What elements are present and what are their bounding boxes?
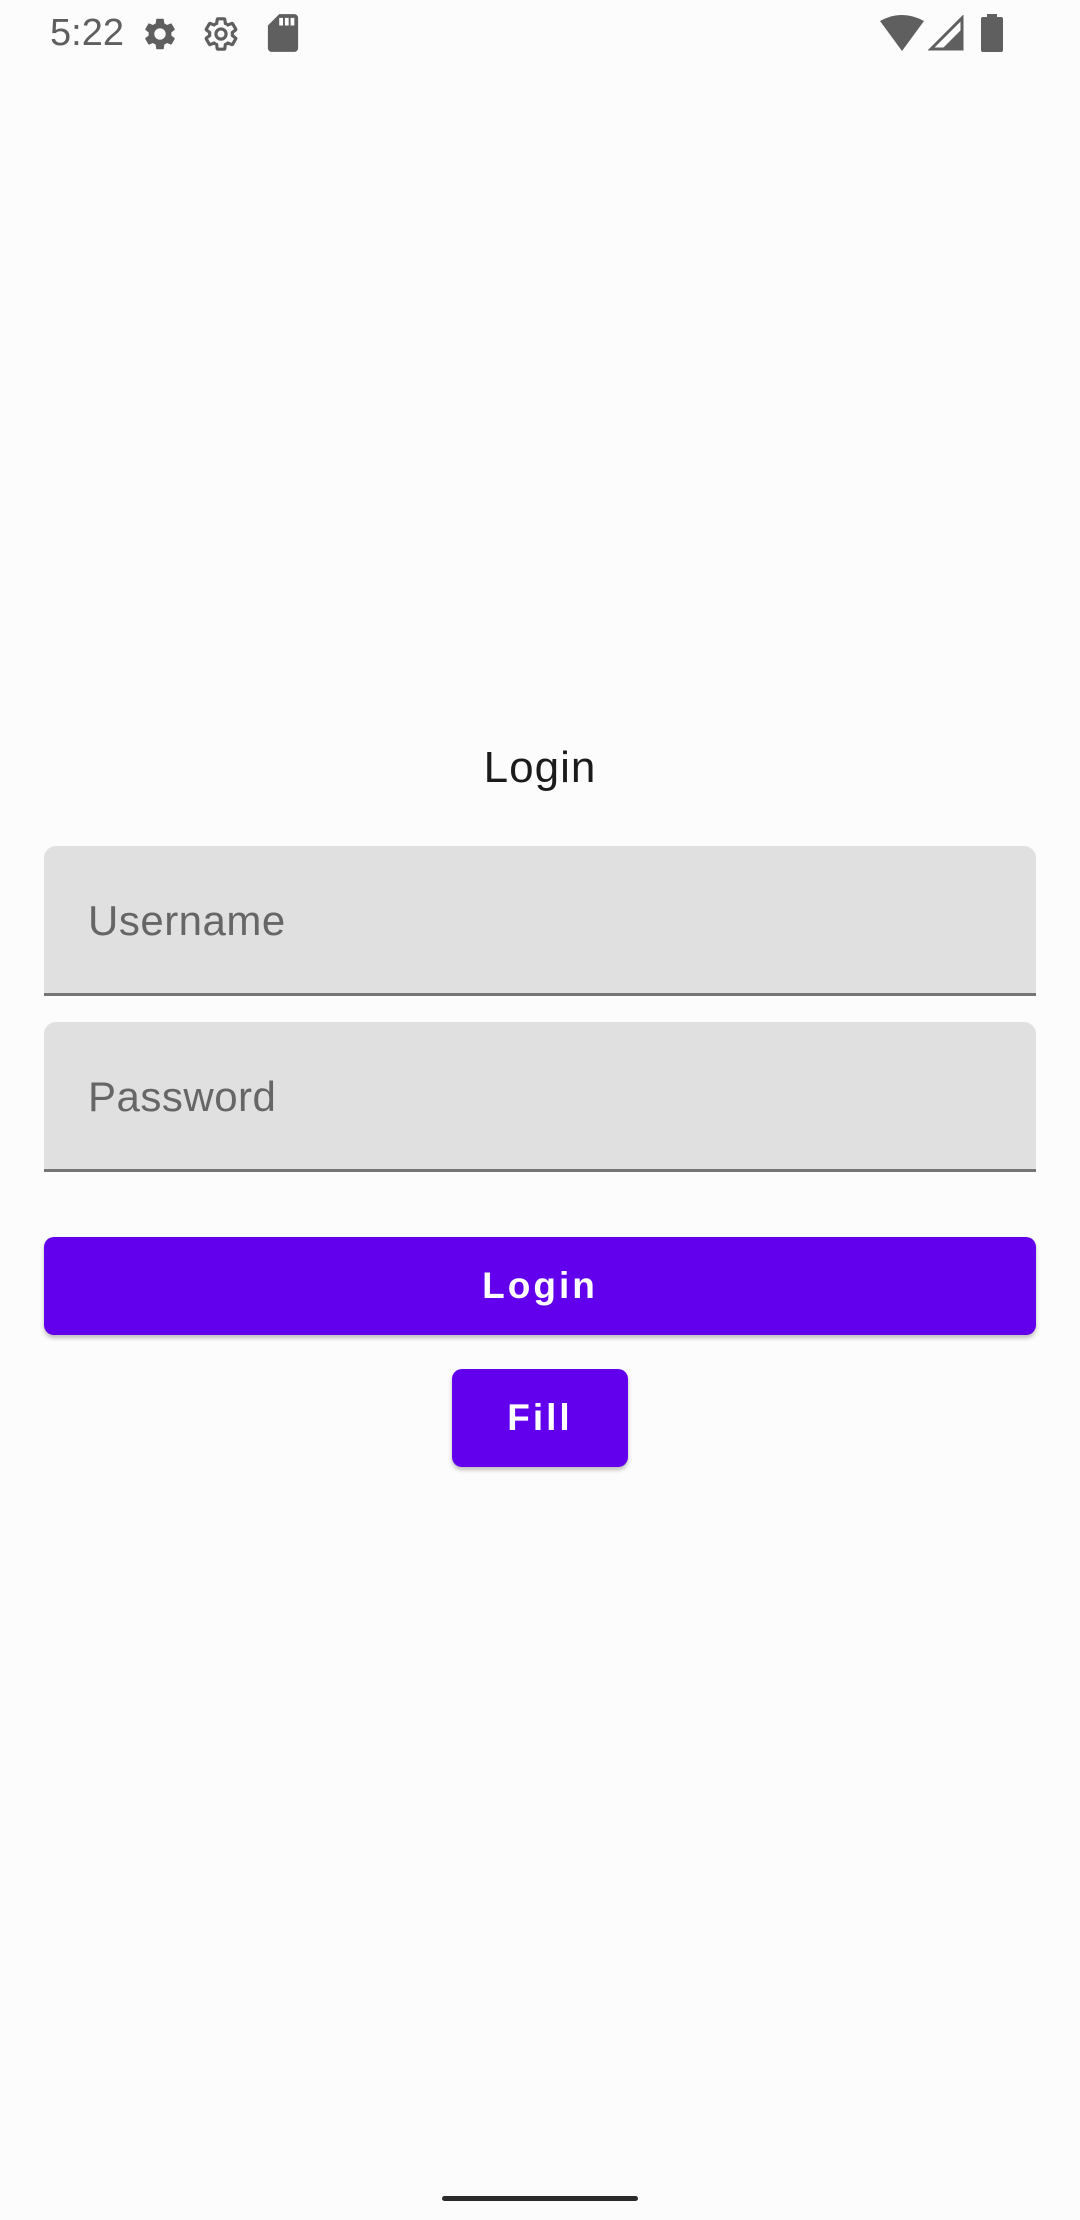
password-placeholder: Password bbox=[88, 1073, 277, 1120]
page-title: Login bbox=[483, 743, 597, 792]
settings-outline-icon bbox=[204, 17, 238, 51]
signal-icon bbox=[928, 15, 964, 51]
password-field[interactable]: Password bbox=[44, 1022, 1036, 1172]
wifi-icon bbox=[880, 15, 924, 51]
settings-icon bbox=[145, 18, 175, 50]
status-time: 5:22 bbox=[50, 12, 124, 54]
username-placeholder: Username bbox=[88, 897, 286, 944]
fill-button[interactable]: Fill bbox=[452, 1369, 628, 1467]
login-button[interactable]: Login bbox=[44, 1237, 1036, 1335]
status-bar: 5:22 bbox=[0, 0, 1080, 66]
battery-icon bbox=[981, 14, 1003, 52]
sd-card-icon bbox=[267, 14, 299, 52]
home-indicator[interactable] bbox=[442, 2196, 638, 2201]
username-field[interactable]: Username bbox=[44, 846, 1036, 996]
